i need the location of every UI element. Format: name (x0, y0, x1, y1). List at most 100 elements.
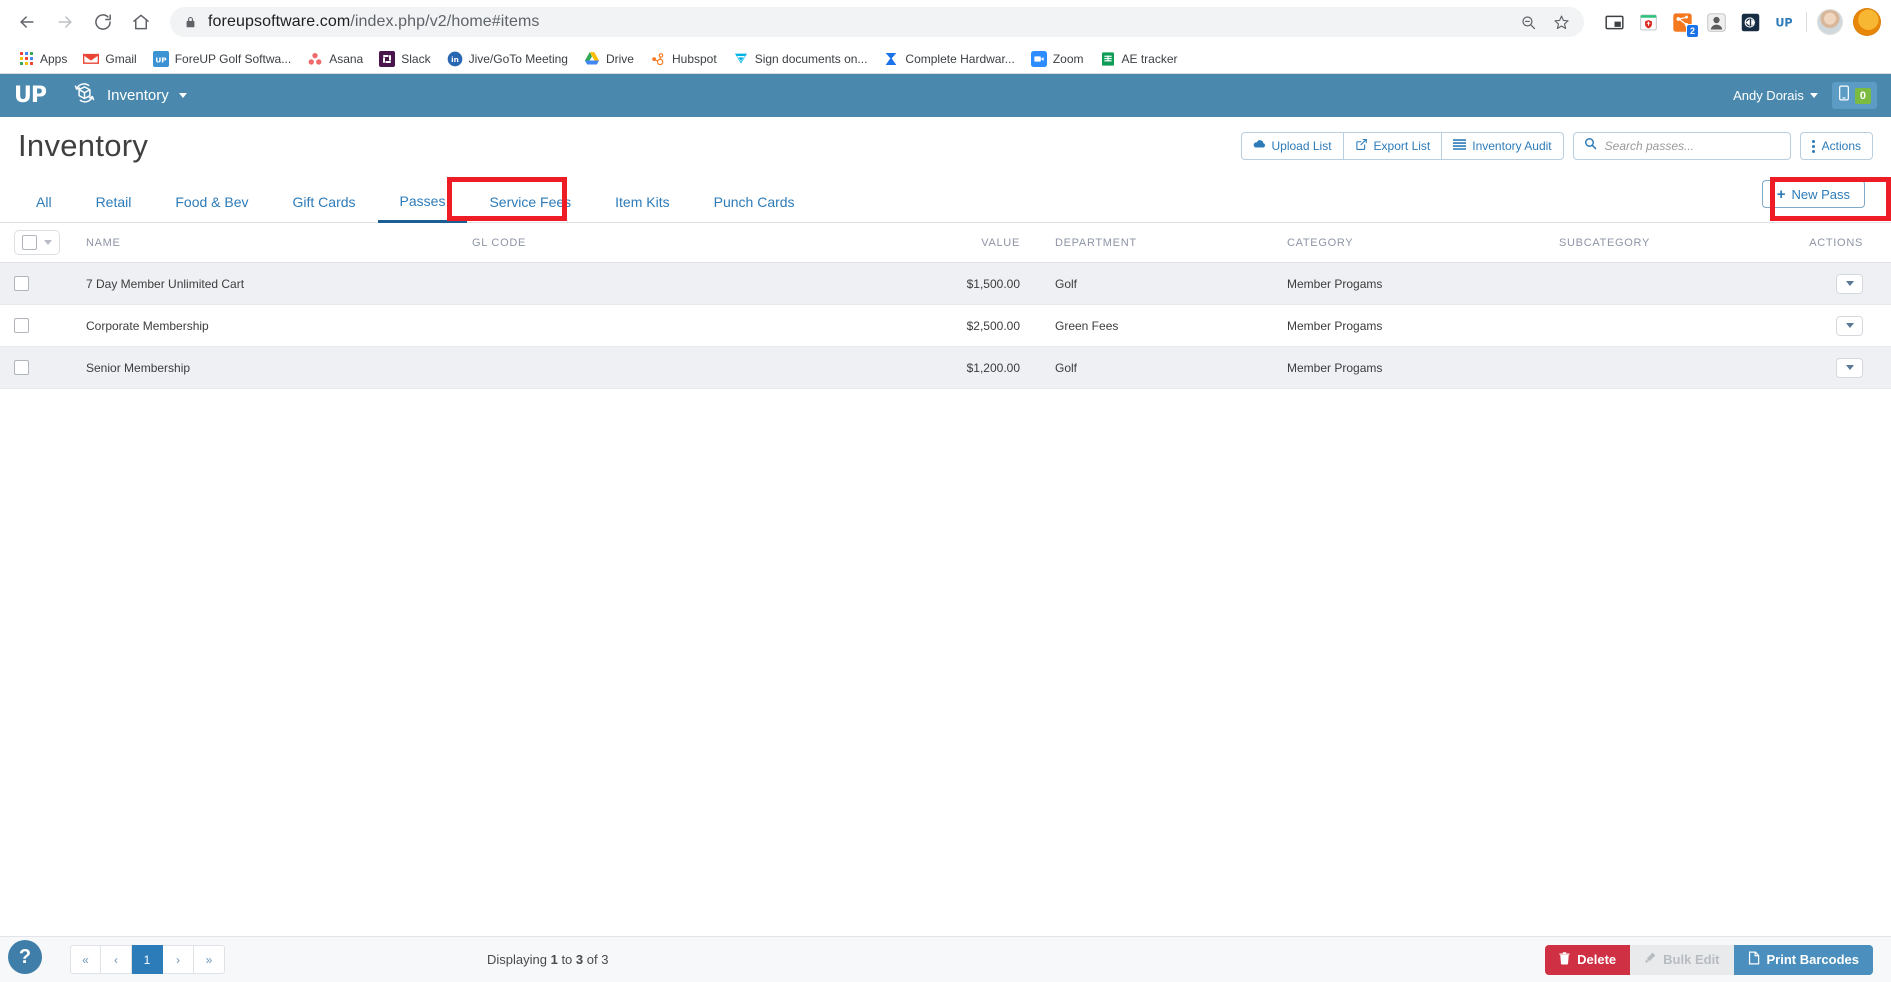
slack-icon (379, 50, 396, 67)
select-all-checkbox[interactable] (22, 235, 37, 250)
bookmark-hubspot[interactable]: Hubspot (642, 48, 725, 70)
inventory-box-icon (72, 81, 97, 111)
bookmark-gmail[interactable]: Gmail (75, 48, 144, 70)
print-barcodes-button[interactable]: Print Barcodes (1733, 944, 1873, 975)
foreup-logo[interactable]: UP (14, 84, 47, 107)
row-select-cell (0, 318, 62, 333)
row-select-cell (0, 276, 62, 291)
pencil-icon (1644, 952, 1656, 967)
export-list-button[interactable]: Export List (1343, 132, 1443, 160)
row-checkbox[interactable] (14, 360, 29, 375)
table-row[interactable]: Senior Membership $1,200.00 Golf Member … (0, 347, 1891, 389)
portrait-extension-icon[interactable] (1704, 10, 1728, 34)
new-pass-wrap: + New Pass (1761, 180, 1865, 208)
bookmark-asana[interactable]: Asana (299, 48, 371, 70)
column-header-subcategory[interactable]: SUBCATEGORY (1559, 237, 1789, 249)
search-box[interactable] (1572, 132, 1791, 160)
help-button[interactable]: ? (8, 940, 42, 974)
calendar-shield-icon[interactable] (1636, 10, 1660, 34)
cell-name[interactable]: Senior Membership (62, 361, 472, 375)
page-last-button[interactable]: » (194, 945, 225, 974)
column-header-gl-code[interactable]: GL CODE (472, 237, 862, 249)
zoom-out-icon[interactable] (1520, 14, 1537, 31)
bookmark-slack[interactable]: Slack (371, 48, 438, 70)
cell-name[interactable]: Corporate Membership (62, 319, 472, 333)
extensions-strip: 2 UP (1596, 8, 1881, 38)
address-bar[interactable]: foreupsoftware.com/index.php/v2/home#ite… (170, 7, 1584, 37)
select-all-dropdown[interactable] (14, 230, 60, 255)
displaying-suffix: of 3 (583, 952, 609, 967)
column-header-category[interactable]: CATEGORY (1287, 237, 1559, 249)
avatar[interactable] (1817, 9, 1843, 35)
hardware-icon (883, 51, 899, 67)
tab-all[interactable]: All (14, 181, 74, 223)
bookmark-drive[interactable]: Drive (576, 48, 642, 70)
table-row[interactable]: 7 Day Member Unlimited Cart $1,500.00 Go… (0, 263, 1891, 305)
displaying-mid: to (557, 952, 576, 967)
tab-food-and-bev[interactable]: Food & Bev (153, 181, 270, 223)
column-header-department[interactable]: DEPARTMENT (1022, 237, 1287, 249)
row-checkbox[interactable] (14, 318, 29, 333)
upload-list-button[interactable]: Upload List (1240, 132, 1344, 160)
cell-actions (1789, 273, 1891, 294)
user-menu[interactable]: Andy Dorais (1733, 88, 1818, 103)
delete-button[interactable]: Delete (1545, 944, 1631, 975)
chevron-down-icon[interactable] (44, 240, 52, 245)
reload-icon[interactable] (86, 5, 120, 39)
bookmark-hardware[interactable]: Complete Hardwar... (875, 48, 1022, 70)
app-header: UP Inventory Andy Dorais 0 (0, 74, 1891, 117)
tab-label: Gift Cards (292, 194, 356, 210)
column-header-value[interactable]: VALUE (862, 237, 1022, 249)
column-header-name[interactable]: NAME (62, 237, 472, 249)
tab-retail[interactable]: Retail (74, 181, 154, 223)
row-checkbox[interactable] (14, 276, 29, 291)
asana-icon (307, 51, 323, 67)
inventory-audit-button[interactable]: Inventory Audit (1442, 132, 1564, 160)
row-actions-dropdown[interactable] (1836, 357, 1863, 378)
search-input[interactable] (1604, 139, 1780, 153)
table-row[interactable]: Corporate Membership $2,500.00 Green Fee… (0, 305, 1891, 347)
dark-reader-icon[interactable] (1738, 10, 1762, 34)
bookmark-label: Sign documents on... (754, 51, 868, 66)
star-icon[interactable] (1553, 14, 1570, 31)
foreup-extension-icon[interactable]: UP (1772, 10, 1796, 34)
tab-passes[interactable]: Passes (377, 181, 468, 223)
messages-button[interactable]: 0 (1831, 82, 1877, 109)
tab-service-fees[interactable]: Service Fees (467, 181, 593, 223)
bookmark-hellosign[interactable]: Sign documents on... (725, 48, 876, 70)
bookmark-label: Slack (401, 51, 431, 66)
page-first-button[interactable]: « (70, 945, 101, 974)
bookmark-zoom[interactable]: Zoom (1023, 48, 1092, 70)
bookmark-jive[interactable]: in Jive/GoTo Meeting (439, 48, 576, 70)
tab-item-kits[interactable]: Item Kits (593, 181, 691, 223)
page-number-1[interactable]: 1 (132, 945, 163, 974)
select-all-cell (0, 230, 62, 255)
page-next-button[interactable]: › (163, 945, 194, 974)
home-icon[interactable] (124, 5, 158, 39)
back-arrow-icon[interactable] (10, 5, 44, 39)
page-prev-button[interactable]: ‹ (101, 945, 132, 974)
footer-actions: Delete Bulk Edit Print Barcodes (1545, 944, 1873, 975)
chevron-down-icon (1845, 323, 1854, 328)
profile-icon[interactable] (1853, 8, 1881, 36)
cell-actions (1789, 315, 1891, 336)
toolbar-divider (1806, 12, 1807, 32)
bookmark-foreup[interactable]: UP ForeUP Golf Softwa... (145, 48, 300, 70)
picture-in-picture-icon[interactable] (1602, 10, 1626, 34)
actions-button[interactable]: Actions (1799, 132, 1873, 160)
tab-label: Passes (399, 192, 446, 209)
bookmarks-bar: Apps Gmail UP ForeUP Golf Softwa... Asan… (0, 44, 1891, 74)
row-actions-dropdown[interactable] (1836, 315, 1863, 336)
module-selector[interactable]: Inventory (72, 81, 187, 111)
bulk-edit-button: Bulk Edit (1630, 944, 1734, 975)
bookmark-apps[interactable]: Apps (10, 48, 75, 70)
tab-gift-cards[interactable]: Gift Cards (271, 181, 378, 223)
bookmark-ae-tracker[interactable]: AE tracker (1092, 48, 1186, 70)
hubspot-sales-icon[interactable]: 2 (1670, 10, 1699, 38)
tab-punch-cards[interactable]: Punch Cards (692, 181, 817, 223)
new-pass-button[interactable]: + New Pass (1761, 180, 1865, 208)
row-actions-dropdown[interactable] (1836, 273, 1863, 294)
cell-name[interactable]: 7 Day Member Unlimited Cart (62, 277, 472, 291)
displaying-from: 1 (550, 952, 558, 967)
svg-text:in: in (451, 55, 459, 64)
